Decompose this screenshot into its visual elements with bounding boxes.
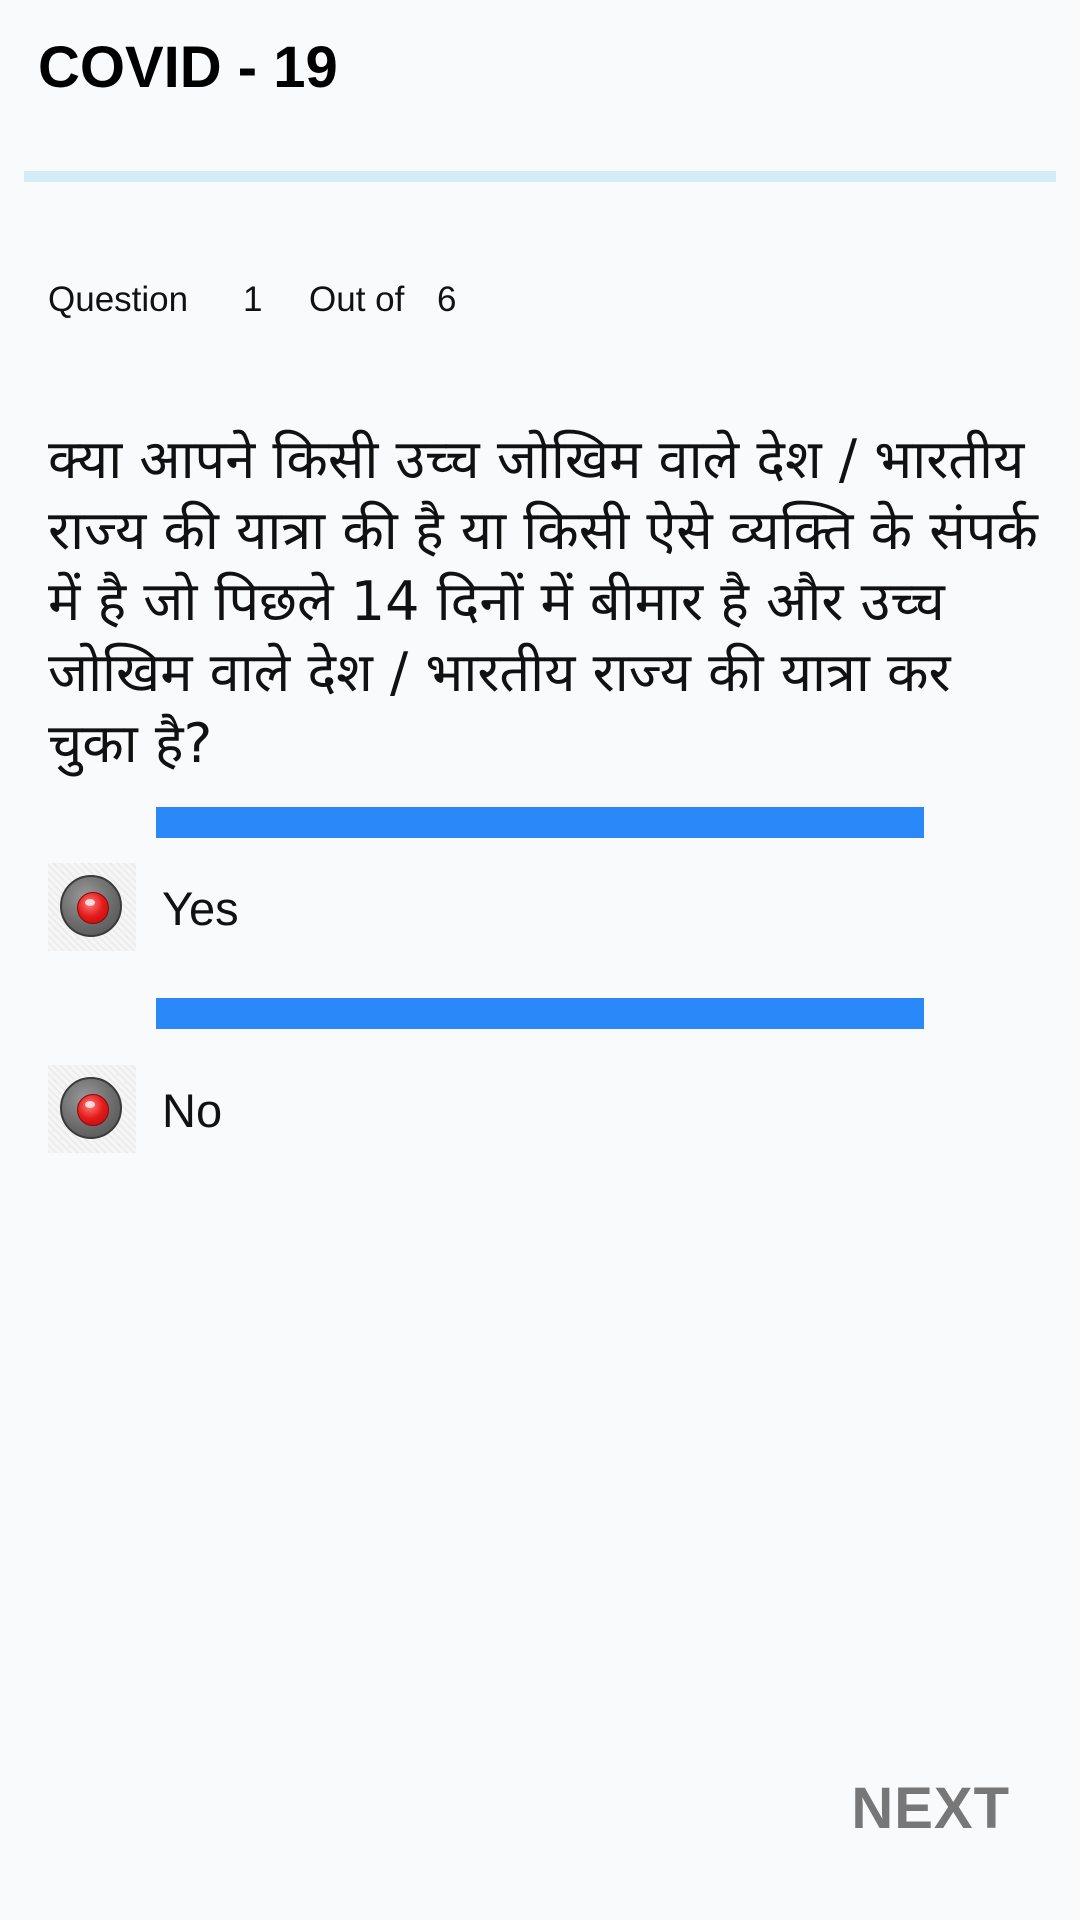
current-question-number: 1 [243,280,263,319]
question-counter: Question 1 Out of 6 [48,276,456,324]
option-yes-label: Yes [162,882,239,935]
radio-highlight [85,1101,95,1108]
option-no-label: No [162,1084,223,1137]
app-title: COVID - 19 [38,35,338,100]
radio-center [77,892,109,924]
total-questions: 6 [437,280,457,319]
out-of-word: Out of [309,280,405,319]
option-divider-bar [156,998,924,1029]
question-text: क्या आपने किसी उच्च जोखिम वाले देश / भार… [48,428,1038,775]
radio-outer-ring [60,1077,122,1139]
option-divider-bar [156,807,924,838]
quiz-screen: COVID - 19 Question 1 Out of 6 क्या आपने कि… [0,0,1080,1920]
option-no[interactable]: No [48,1065,948,1155]
radio-outer-ring [60,875,122,937]
red-radio-icon[interactable] [48,863,136,951]
radio-center [77,1094,109,1126]
option-yes[interactable]: Yes [48,863,948,953]
progress-bar [24,171,1056,182]
radio-highlight [85,899,95,906]
next-button[interactable]: NEXT [851,1774,1010,1844]
question-word: Question [48,280,189,319]
red-radio-icon[interactable] [48,1065,136,1153]
